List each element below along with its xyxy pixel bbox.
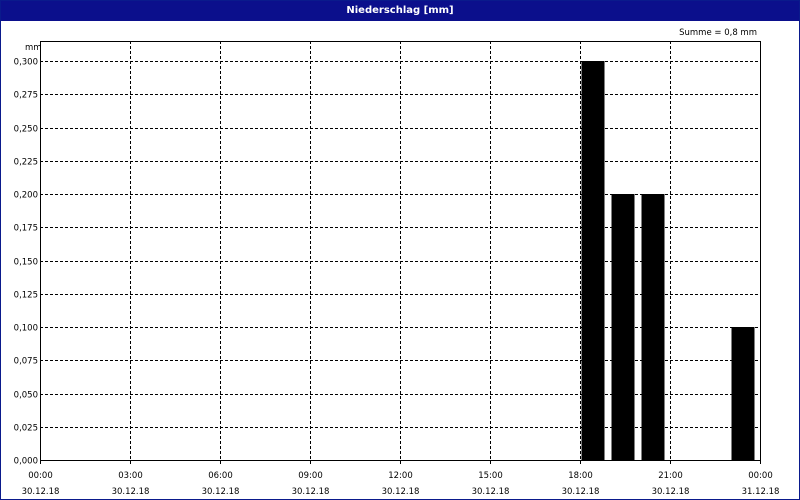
precipitation-bar [581,61,605,460]
y-tick-label: 0,200 [14,191,38,201]
x-tick-time-label: 00:00 [28,471,53,481]
x-tick-date-label: 30.12.18 [382,487,420,497]
x-tick-date-label: 30.12.18 [562,487,600,497]
y-tick-label: 0,150 [14,258,38,268]
precipitation-chart: 0,000 0,025 0,050 0,075 0,100 0,125 0,150 0,175… [14,28,780,497]
x-tick-date-label: 30.12.18 [202,487,240,497]
precipitation-bar [641,194,665,460]
y-axis-unit-label: mm [25,43,42,53]
precipitation-bar [731,327,755,460]
x-tick-time-label: 12:00 [388,471,413,481]
x-tick-date-label: 30.12.18 [112,487,150,497]
x-tick-date-label: 31.12.18 [742,487,780,497]
x-tick-date-label: 30.12.18 [472,487,510,497]
y-tick-label: 0,050 [14,391,38,401]
y-tick-label: 0,100 [14,324,38,334]
y-tick-label: 0,250 [14,125,38,135]
y-tick-label: 0,300 [14,58,38,68]
precipitation-bar [611,194,635,460]
chart-window: Niederschlag [mm] 0,000 0,025 0,050 0,075 0,… [0,0,800,500]
y-tick-label: 0,125 [14,291,38,301]
x-tick-time-label: 18:00 [568,471,593,481]
y-tick-label: 0,025 [14,424,38,434]
x-tick-time-label: 06:00 [208,471,233,481]
y-tick-label: 0,275 [14,91,38,101]
x-tick-date-label: 30.12.18 [652,487,690,497]
y-tick-label: 0,000 [14,457,38,467]
x-tick-time-label: 09:00 [298,471,323,481]
x-tick-date-label: 30.12.18 [22,487,60,497]
y-tick-label: 0,225 [14,158,38,168]
y-tick-label: 0,175 [14,224,38,234]
x-tick-time-label: 21:00 [658,471,683,481]
x-tick-time-label: 03:00 [118,471,143,481]
sum-annotation: Summe = 0,8 mm [679,28,757,38]
x-tick-time-label: 00:00 [748,471,773,481]
y-tick-label: 0,075 [14,357,38,367]
x-tick-date-label: 30.12.18 [292,487,330,497]
x-tick-time-label: 15:00 [478,471,503,481]
